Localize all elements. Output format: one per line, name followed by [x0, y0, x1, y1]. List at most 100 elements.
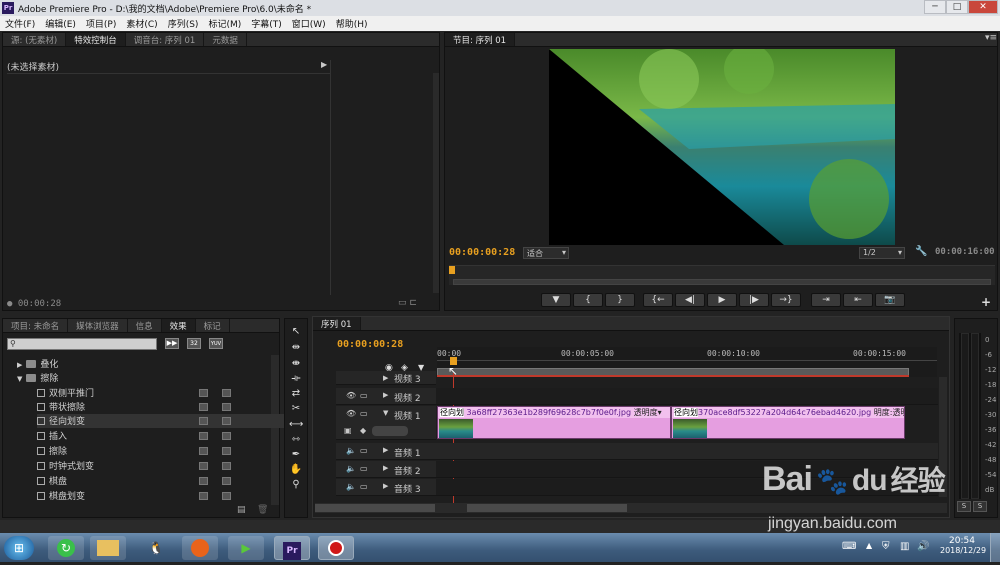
step-back-button[interactable]: ◀|: [675, 293, 705, 307]
keyframe-nav[interactable]: [372, 426, 408, 436]
lane-video2[interactable]: [436, 388, 938, 405]
clip-property[interactable]: 明度:透明度: [874, 408, 904, 417]
play-button[interactable]: ▶: [707, 293, 737, 307]
effect-item[interactable]: 擦除: [37, 444, 287, 458]
lock-icon[interactable]: ▭: [360, 409, 368, 418]
tab-effect-controls[interactable]: 特效控制台: [66, 33, 126, 46]
play-triangle-icon[interactable]: ▶: [321, 60, 327, 69]
menu-file[interactable]: 文件(F): [0, 16, 40, 30]
start-button-icon[interactable]: ⊞: [4, 536, 34, 560]
minimize-button[interactable]: ─: [924, 0, 946, 14]
transition-label[interactable]: 径向划: [674, 408, 698, 417]
track-audio3[interactable]: 🔈 ▭ ▶ 音频 3: [336, 479, 436, 496]
timeline-ruler[interactable]: 00:00 00:00:05:00 00:00:10:00 00:00:15:0…: [437, 347, 937, 377]
timeline-timecode[interactable]: 00:00:00:28: [337, 339, 403, 350]
mark-out-button[interactable]: }: [605, 293, 635, 307]
network-icon[interactable]: ▥: [900, 541, 909, 552]
track-audio1[interactable]: 🔈 ▭ ▶ 音频 1: [336, 443, 436, 460]
hand-tool-icon[interactable]: ✋: [289, 463, 303, 476]
effect-item[interactable]: 时钟式划变: [37, 459, 287, 473]
display-style-icon[interactable]: ▣: [344, 426, 352, 435]
keyframe-icon[interactable]: ◆: [360, 426, 366, 435]
effect-item[interactable]: 棋盘: [37, 474, 287, 488]
program-viewer[interactable]: [549, 49, 895, 245]
track-audio2[interactable]: 🔈 ▭ ▶ 音频 2: [336, 461, 436, 478]
expand-arrow-icon[interactable]: ▶: [383, 464, 388, 472]
add-marker-button[interactable]: ▼: [541, 293, 571, 307]
collapse-arrow-icon[interactable]: ▼: [383, 409, 388, 417]
expand-arrow-icon[interactable]: ▶: [383, 446, 388, 454]
menu-edit[interactable]: 编辑(E): [40, 16, 81, 30]
speaker-icon[interactable]: 🔈: [346, 446, 356, 455]
security-icon[interactable]: ⛨: [882, 541, 890, 552]
slip-tool-icon[interactable]: ⟷: [289, 418, 303, 431]
accelerated-effects-icon[interactable]: ▶▶: [165, 338, 179, 349]
solo-left-button[interactable]: S: [957, 501, 971, 512]
volume-icon[interactable]: 🔊: [917, 541, 929, 552]
rate-stretch-tool-icon[interactable]: ⇄: [289, 387, 303, 400]
lock-icon[interactable]: ▭: [360, 391, 368, 400]
track-select-tool-icon[interactable]: ⇹: [289, 341, 303, 354]
hscroll-thumb-left[interactable]: [315, 504, 435, 512]
zoom-bar[interactable]: [453, 279, 991, 285]
step-forward-button[interactable]: |▶: [739, 293, 769, 307]
speaker-icon[interactable]: 🔈: [346, 464, 356, 473]
maximize-button[interactable]: □: [946, 0, 968, 14]
zoom-tool-icon[interactable]: ⚲: [289, 478, 303, 491]
tab-info[interactable]: 信息: [128, 319, 162, 332]
track-video2[interactable]: 👁 ▭ ▶ 视频 2: [336, 388, 436, 405]
yuv-icon[interactable]: YUV: [209, 338, 223, 349]
panel-menu-icon[interactable]: ▾≡: [985, 33, 997, 43]
tab-project[interactable]: 项目: 未命名: [3, 319, 69, 332]
firefox-icon[interactable]: [182, 536, 218, 560]
delete-icon[interactable]: 🗑: [257, 505, 268, 515]
mark-in-button[interactable]: {: [573, 293, 603, 307]
eye-icon[interactable]: 👁: [346, 409, 356, 418]
ripple-edit-tool-icon[interactable]: ⇼: [289, 357, 303, 370]
track-video3[interactable]: ▶ 视频 3: [336, 371, 436, 385]
eye-icon[interactable]: 👁: [346, 391, 356, 400]
playhead-marker[interactable]: [449, 266, 455, 274]
quality-dropdown[interactable]: 1/2 ▾: [859, 247, 905, 259]
extract-button[interactable]: ⇤: [843, 293, 873, 307]
tray-expand-icon[interactable]: ▲: [866, 541, 872, 550]
expand-arrow-icon[interactable]: ▶: [383, 391, 388, 399]
clip-2[interactable]: 径向划370ace8df53227a204d64c76ebad4620.jpg …: [671, 406, 905, 439]
effect-item-selected[interactable]: 径向划变: [37, 414, 287, 428]
effects-search-input[interactable]: ⚲: [7, 338, 157, 350]
pen-tool-icon[interactable]: ✒: [289, 448, 303, 461]
rolling-edit-tool-icon[interactable]: ⟛: [289, 372, 303, 385]
expand-arrow-icon[interactable]: ▶: [383, 482, 388, 490]
clip-1[interactable]: 径向划 3a68ff27363e1b289f69628c7b7f0e0f.jpg…: [437, 406, 671, 439]
fit-dropdown[interactable]: 适合 ▾: [523, 247, 569, 259]
add-button-icon[interactable]: +: [981, 295, 991, 309]
program-scrubber[interactable]: [449, 265, 995, 285]
tab-program[interactable]: 节目: 序列 01: [445, 33, 516, 46]
go-to-in-button[interactable]: {←: [643, 293, 673, 307]
keyboard-icon[interactable]: ⌨: [842, 541, 856, 552]
tab-media-browser[interactable]: 媒体浏览器: [68, 319, 128, 332]
speaker-icon[interactable]: 🔈: [346, 482, 356, 491]
clip-property[interactable]: 透明度: [634, 408, 658, 417]
tab-metadata[interactable]: 元数据: [204, 33, 247, 46]
razor-tool-icon[interactable]: ✂: [289, 402, 303, 415]
scrollbar[interactable]: [433, 73, 439, 293]
expand-arrow-icon[interactable]: ▶: [383, 374, 388, 382]
transition-label[interactable]: 径向划: [440, 408, 464, 417]
tab-markers[interactable]: 标记: [196, 319, 230, 332]
camtasia-icon[interactable]: ▶: [228, 536, 264, 560]
lock-icon[interactable]: ▭: [360, 464, 368, 473]
effect-item[interactable]: 双侧平推门: [37, 386, 287, 400]
360-icon[interactable]: ↻: [48, 536, 84, 560]
menu-sequence[interactable]: 序列(S): [163, 16, 204, 30]
tab-source[interactable]: 源: (无素材): [3, 33, 67, 46]
tree-folder-dissolve[interactable]: ▶ 叠化: [17, 357, 267, 371]
menu-clip[interactable]: 素材(C): [121, 16, 162, 30]
new-bin-icon[interactable]: ▤: [237, 505, 246, 515]
menu-title[interactable]: 字幕(T): [246, 16, 287, 30]
tab-effects[interactable]: 效果: [161, 319, 196, 332]
effect-item[interactable]: 棋盘划变: [37, 489, 287, 503]
premiere-taskbar-icon[interactable]: Pr: [274, 536, 310, 560]
effect-item[interactable]: 插入: [37, 429, 287, 443]
menu-marker[interactable]: 标记(M): [203, 16, 246, 30]
